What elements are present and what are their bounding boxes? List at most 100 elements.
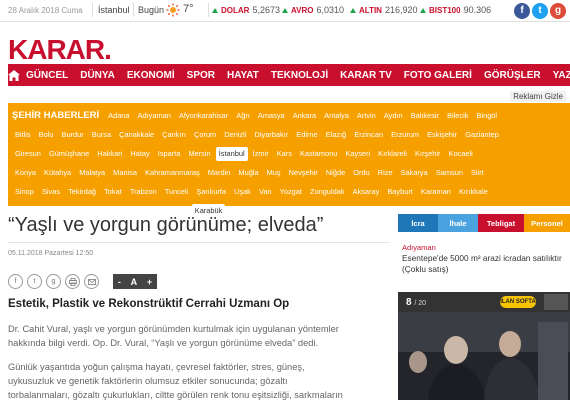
- googleplus-icon[interactable]: g: [550, 3, 566, 19]
- city-link[interactable]: Edirne: [293, 125, 320, 144]
- city-link[interactable]: Rize: [375, 163, 396, 182]
- tab-personel[interactable]: Personel: [524, 214, 570, 232]
- listing-city[interactable]: Adıyaman: [402, 243, 436, 252]
- home-icon[interactable]: [8, 64, 20, 86]
- city-link[interactable]: Bitlis: [12, 125, 34, 144]
- city-link[interactable]: Adıyaman: [135, 106, 174, 125]
- city-link[interactable]: Uşak: [231, 182, 254, 201]
- facebook-icon[interactable]: f: [514, 3, 530, 19]
- city-link[interactable]: Giresun: [12, 144, 44, 163]
- city-link[interactable]: Amasya: [255, 106, 288, 125]
- twitter-icon[interactable]: t: [532, 3, 548, 19]
- city-link[interactable]: Sakarya: [398, 163, 431, 182]
- font-decrease-button[interactable]: -: [118, 277, 121, 287]
- facebook-share-icon[interactable]: f: [8, 274, 23, 289]
- print-icon[interactable]: [65, 274, 80, 289]
- city-news-title[interactable]: ŞEHİR HABERLERİ: [12, 110, 99, 121]
- city-link[interactable]: Çorum: [191, 125, 219, 144]
- googleplus-share-icon[interactable]: g: [46, 274, 61, 289]
- city-link[interactable]: Gümüşhane: [46, 144, 92, 163]
- city-link[interactable]: Kütahya: [41, 163, 74, 182]
- city-link[interactable]: Bursa: [89, 125, 114, 144]
- city-link[interactable]: Erzurum: [388, 125, 422, 144]
- city-link[interactable]: Çankırı: [159, 125, 189, 144]
- city-link[interactable]: Yozgat: [277, 182, 305, 201]
- city-link[interactable]: Malatya: [76, 163, 108, 182]
- gallery-next-thumb[interactable]: [544, 294, 568, 310]
- nav-item-ekonomi[interactable]: EKONOMİ: [121, 70, 181, 81]
- city-link[interactable]: Tunceli: [162, 182, 192, 201]
- city-link[interactable]: Mersin: [185, 144, 213, 163]
- city-link[interactable]: İzmir: [250, 144, 272, 163]
- city-link[interactable]: Elazığ: [323, 125, 350, 144]
- city-link[interactable]: Eskişehir: [424, 125, 460, 144]
- city-link[interactable]: Hatay: [127, 144, 152, 163]
- weather-city[interactable]: İstanbul: [98, 5, 130, 15]
- city-link[interactable]: Isparta: [155, 144, 184, 163]
- nav-item-dunya[interactable]: DÜNYA: [74, 70, 121, 81]
- city-link[interactable]: Kars: [274, 144, 295, 163]
- city-link[interactable]: Ağrı: [233, 106, 253, 125]
- city-link[interactable]: Artvin: [354, 106, 379, 125]
- city-link[interactable]: Kırıkkale: [456, 182, 491, 201]
- city-link[interactable]: Diyarbakır: [252, 125, 292, 144]
- city-link[interactable]: Gaziantep: [462, 125, 502, 144]
- city-link[interactable]: Samsun: [433, 163, 466, 182]
- city-link[interactable]: Trabzon: [127, 182, 160, 201]
- city-link[interactable]: Aksaray: [350, 182, 383, 201]
- nav-item-guncel[interactable]: GÜNCEL: [20, 70, 74, 81]
- city-link[interactable]: Kırşehir: [412, 144, 443, 163]
- city-link[interactable]: Hakkari: [94, 144, 125, 163]
- tab-icra[interactable]: İcra: [398, 214, 438, 232]
- city-link[interactable]: Tokat: [101, 182, 125, 201]
- city-link[interactable]: Kırklareli: [375, 144, 410, 163]
- city-link[interactable]: Muş: [264, 163, 284, 182]
- city-link-active[interactable]: İstanbul: [215, 147, 248, 161]
- site-logo[interactable]: KARAR.: [8, 34, 112, 66]
- city-link[interactable]: Aydın: [381, 106, 406, 125]
- nav-item-karar-tv[interactable]: KARAR TV: [334, 70, 398, 81]
- city-link[interactable]: Denizli: [221, 125, 249, 144]
- ticker-dolar[interactable]: DOLAR 5,2673: [212, 5, 280, 15]
- city-link[interactable]: Bingöl: [474, 106, 501, 125]
- ticker-altin[interactable]: ALTIN 216,920: [350, 5, 418, 15]
- city-link[interactable]: Konya: [12, 163, 39, 182]
- city-link[interactable]: Burdur: [59, 125, 87, 144]
- city-link[interactable]: Çanakkale: [116, 125, 157, 144]
- city-link[interactable]: Sinop: [12, 182, 37, 201]
- city-link[interactable]: Mardin: [205, 163, 234, 182]
- city-link[interactable]: Bolu: [36, 125, 57, 144]
- nav-item-foto-galeri[interactable]: FOTO GALERİ: [398, 70, 478, 81]
- city-link[interactable]: Şanlıurfa: [193, 182, 229, 201]
- city-link[interactable]: Ankara: [290, 106, 319, 125]
- city-link[interactable]: Kahramanmaraş: [142, 163, 203, 182]
- city-link[interactable]: Siirt: [468, 163, 487, 182]
- city-link[interactable]: Zonguldak: [307, 182, 348, 201]
- photo-gallery[interactable]: 8 / 20 İLAN SOFTA: [398, 292, 570, 400]
- city-link[interactable]: Kocaeli: [446, 144, 476, 163]
- ticker-avro[interactable]: AVRO 6,0310: [282, 5, 344, 15]
- city-link[interactable]: Bayburt: [384, 182, 415, 201]
- mail-icon[interactable]: [84, 274, 99, 289]
- city-link[interactable]: Sivas: [39, 182, 63, 201]
- city-link[interactable]: Balıkesir: [408, 106, 442, 125]
- city-link[interactable]: Muğla: [235, 163, 261, 182]
- nav-item-spor[interactable]: SPOR: [181, 70, 221, 81]
- city-link[interactable]: Antalya: [321, 106, 352, 125]
- city-link[interactable]: Nevşehir: [286, 163, 321, 182]
- city-link[interactable]: Niğde: [323, 163, 348, 182]
- ticker-bist100[interactable]: BIST100 90.306: [420, 5, 491, 15]
- font-increase-button[interactable]: +: [147, 277, 152, 287]
- city-link[interactable]: Bilecik: [444, 106, 471, 125]
- nav-item-yazarlar[interactable]: YAZARLAR: [547, 70, 570, 81]
- twitter-share-icon[interactable]: t: [27, 274, 42, 289]
- tab-ihale[interactable]: İhale: [438, 214, 478, 232]
- hide-ad-button[interactable]: Reklamı Gizle: [510, 91, 566, 102]
- city-link[interactable]: Van: [256, 182, 275, 201]
- city-link[interactable]: Kayseri: [342, 144, 373, 163]
- nav-item-teknoloji[interactable]: TEKNOLOJİ: [265, 70, 334, 81]
- city-link[interactable]: Erzincan: [351, 125, 386, 144]
- listing-text[interactable]: Esentepe'de 5000 m² arazi icradan satılı…: [402, 253, 562, 275]
- nav-item-hayat[interactable]: HAYAT: [221, 70, 265, 81]
- city-link[interactable]: Ordu: [350, 163, 372, 182]
